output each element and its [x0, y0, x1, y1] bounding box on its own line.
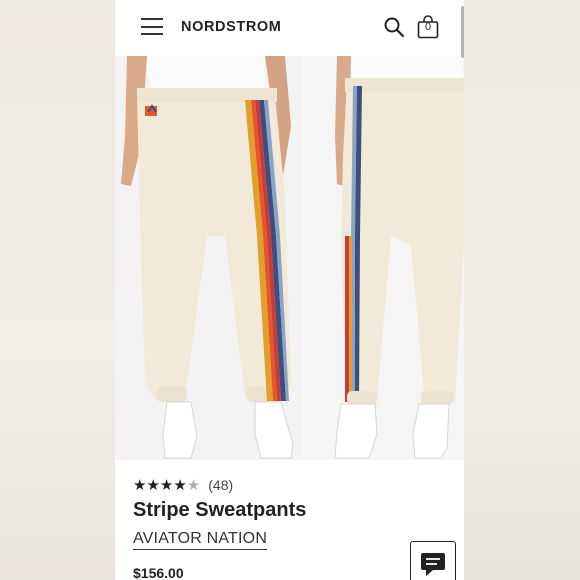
product-info: ★★★★★ (48) Stripe Sweatpants AVIATOR NAT…	[115, 460, 464, 580]
product-price: $156.00	[133, 565, 184, 580]
hamburger-menu-icon[interactable]	[141, 18, 163, 35]
search-icon[interactable]	[383, 16, 405, 38]
brand-link[interactable]: AVIATOR NATION	[133, 530, 268, 550]
background-left	[0, 0, 115, 580]
scrollbar[interactable]	[461, 6, 464, 58]
rating-row[interactable]: ★★★★★ (48)	[133, 476, 233, 494]
product-image-gallery[interactable]	[115, 56, 464, 460]
shopping-bag-button[interactable]: 0	[416, 15, 440, 39]
app-header: NORDSTROM 0	[115, 0, 464, 56]
chat-icon	[421, 553, 445, 576]
chat-button[interactable]	[410, 541, 456, 580]
review-count[interactable]: (48)	[208, 477, 233, 493]
bag-count: 0	[424, 21, 432, 33]
nordstrom-logo[interactable]: NORDSTROM	[181, 19, 281, 35]
product-image-side[interactable]	[301, 56, 464, 460]
background-right	[464, 0, 580, 580]
product-image-front[interactable]	[115, 56, 301, 460]
product-title: Stripe Sweatpants	[133, 499, 307, 521]
star-rating-icon: ★★★★★	[133, 477, 201, 494]
phone-screen: NORDSTROM 0 ★★★★★ (48) Stripe Sweatpants…	[115, 0, 464, 580]
